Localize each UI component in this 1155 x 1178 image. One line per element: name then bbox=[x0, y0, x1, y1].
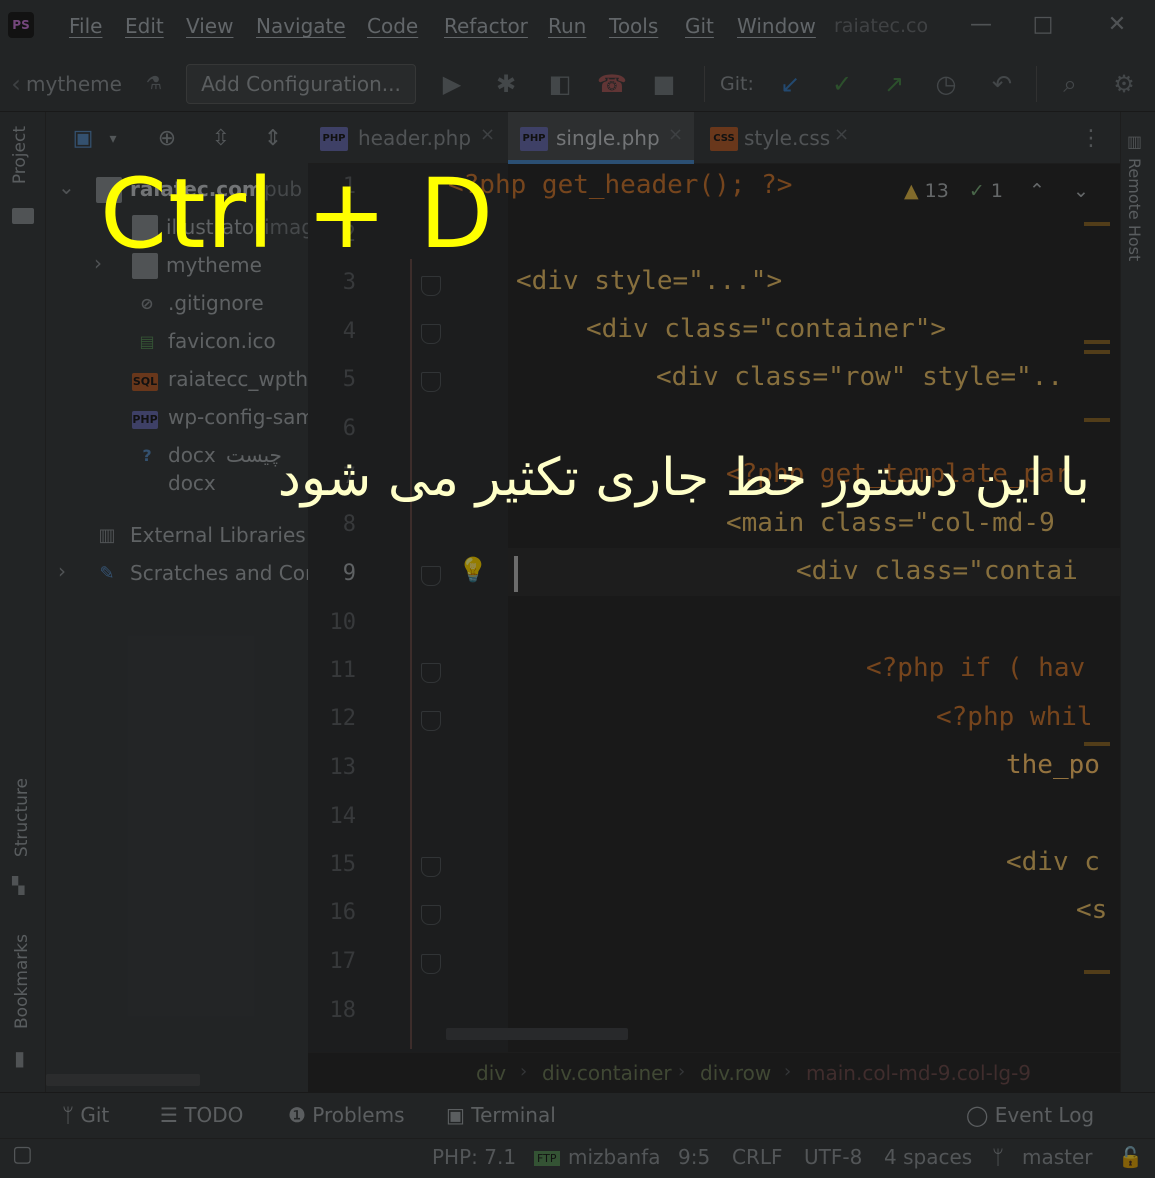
description-caption: با این دستور خط جاری تکثیر می شود bbox=[277, 448, 1090, 508]
shortcut-caption: Ctrl + D bbox=[100, 158, 495, 270]
